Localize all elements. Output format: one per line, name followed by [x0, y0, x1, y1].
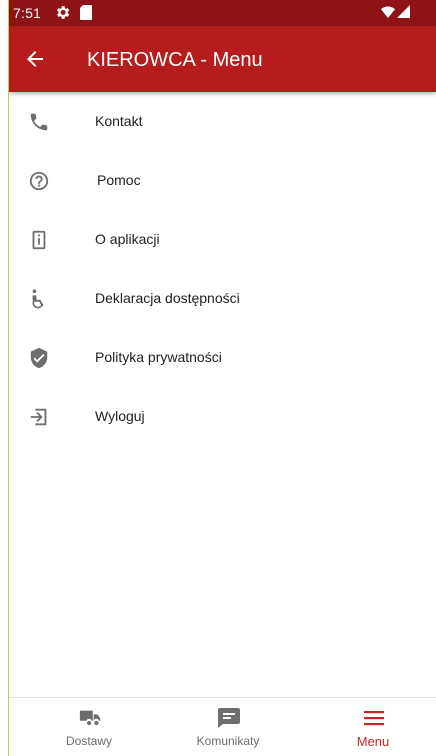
menu-label-pomoc: Pomoc — [97, 172, 141, 188]
menu-label-polityka-prywatnosci: Polityka prywatności — [95, 349, 222, 365]
menu-label-wyloguj: Wyloguj — [95, 408, 145, 424]
truck-icon — [79, 710, 101, 726]
signal-icon — [397, 5, 410, 18]
menu-label-deklaracja-dostepnosci: Deklaracja dostępności — [95, 290, 240, 306]
menu-item-polityka-prywatnosci[interactable]: Polityka prywatności — [9, 328, 436, 387]
wifi-icon — [381, 6, 395, 18]
info-device-icon — [32, 230, 46, 250]
status-time: 7:51 — [13, 5, 42, 21]
menu-item-wyloguj[interactable]: Wyloguj — [9, 387, 436, 446]
tab-komunikaty-label: Komunikaty — [196, 734, 260, 748]
tab-dostawy[interactable]: Dostawy — [29, 698, 149, 756]
menu-label-kontakt: Kontakt — [95, 113, 143, 129]
settings-icon — [57, 6, 70, 19]
logout-icon — [30, 408, 47, 426]
phone-icon — [30, 113, 48, 131]
bottom-navigation: Dostawy Komunikaty Menu — [9, 697, 436, 756]
menu-label-o-aplikacji: O aplikacji — [95, 231, 160, 247]
app-bar: KIEROWCA - Menu — [9, 26, 436, 92]
menu-item-o-aplikacji[interactable]: O aplikacji — [9, 210, 436, 269]
tab-dostawy-label: Dostawy — [65, 734, 112, 748]
arrow-back-icon[interactable] — [23, 47, 47, 71]
tab-komunikaty[interactable]: Komunikaty — [168, 698, 288, 756]
tab-menu[interactable]: Menu — [313, 698, 433, 756]
message-icon — [218, 708, 240, 728]
page-title: KIEROWCA - Menu — [87, 49, 263, 71]
menu-list: Kontakt Pomoc O aplikacji Deklaracja dos… — [9, 92, 436, 446]
menu-item-kontakt[interactable]: Kontakt — [9, 92, 436, 151]
menu-icon — [364, 711, 384, 726]
status-bar: 7:51 — [9, 0, 436, 26]
shield-check-icon — [30, 347, 48, 369]
screen: 7:51 KIEROWCA - Menu Kontakt Pomoc O apl… — [8, 0, 436, 756]
tab-menu-label: Menu — [356, 734, 390, 749]
accessibility-icon — [32, 289, 44, 309]
sd-card-icon — [80, 5, 92, 20]
menu-item-pomoc[interactable]: Pomoc — [9, 151, 436, 210]
help-circle-icon — [29, 171, 49, 191]
menu-item-deklaracja-dostepnosci[interactable]: Deklaracja dostępności — [9, 269, 436, 328]
